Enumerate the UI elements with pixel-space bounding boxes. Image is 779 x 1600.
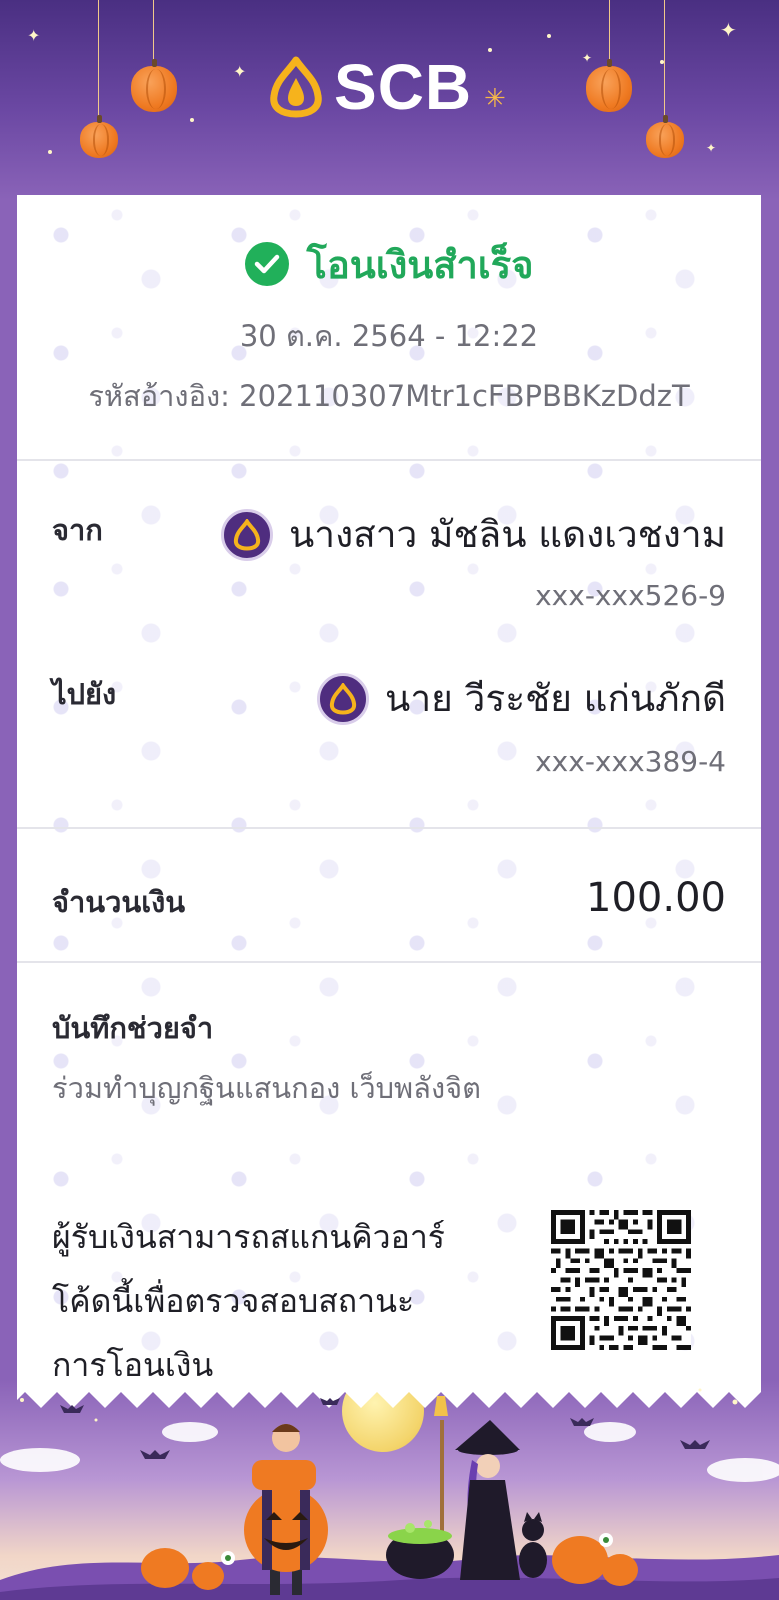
to-account: xxx-xxx389-4	[535, 745, 726, 778]
reference-code: รหัสอ้างอิง: 202110307Mtr1cFBPBBKzDdzT	[88, 379, 690, 413]
from-account: xxx-xxx526-9	[535, 579, 726, 612]
star-dot	[48, 150, 52, 154]
qr-note-line: ผู้รับเงินสามารถสแกนคิวอาร์	[52, 1218, 445, 1256]
pumpkin-icon	[586, 59, 632, 112]
pumpkin-icon	[80, 115, 118, 158]
qr-note-line: โค้ดนี้เพื่อตรวจสอบสถานะ	[52, 1282, 415, 1320]
header-banner: ✦ ✦ ✦ ✦ ✦ SCB ✳	[0, 0, 779, 200]
divider	[17, 827, 761, 829]
brand-name: SCB	[334, 51, 473, 123]
amount-value: 100.00	[586, 875, 726, 921]
transfer-datetime: 30 ต.ค. 2564 - 12:22	[239, 319, 539, 353]
memo-label: บันทึกช่วยจำ	[52, 1011, 214, 1045]
sparkle-icon: ✳	[484, 84, 506, 114]
from-party: นางสาว มัชลิน แดงเวชงาม	[221, 505, 726, 564]
qr-code-icon[interactable]	[551, 1210, 691, 1350]
scb-lotus-icon	[270, 56, 322, 118]
pumpkin-icon	[646, 115, 684, 158]
scb-bank-icon	[221, 508, 274, 561]
transfer-slip-card: โอนเงินสำเร็จ 30 ต.ค. 2564 - 12:22 รหัสอ…	[17, 195, 761, 1410]
status-row: โอนเงินสำเร็จ	[17, 239, 761, 289]
star-dot	[488, 48, 492, 52]
star-icon: ✦	[720, 18, 737, 42]
star-icon: ✦	[233, 62, 247, 81]
scb-logo: SCB	[266, 51, 472, 123]
star-dot	[190, 118, 194, 122]
qr-note: ผู้รับเงินสามารถสแกนคิวอาร์ โค้ดนี้เพื่อ…	[52, 1205, 492, 1397]
star-dot	[547, 34, 551, 38]
divider	[17, 459, 761, 461]
scb-bank-icon	[317, 672, 370, 725]
pumpkin-string	[609, 0, 610, 68]
memo-text: ร่วมทำบุญกฐินแสนกอง เว็บพลังจิต	[52, 1071, 481, 1105]
cloud-icon	[0, 1422, 779, 1482]
divider	[17, 961, 761, 963]
amount-label: จำนวนเงิน	[52, 885, 186, 919]
from-name: นางสาว มัชลิน แดงเวชงาม	[289, 513, 726, 556]
to-name: นาย วีระชัย แก่นภักดี	[385, 677, 726, 720]
halloween-scene	[0, 1388, 779, 1600]
check-circle-icon	[244, 242, 289, 286]
star-icon	[20, 1388, 738, 1422]
from-label: จาก	[52, 513, 103, 547]
pumpkin-string	[153, 0, 154, 68]
halloween-footer	[0, 1380, 779, 1600]
pumpkin-icon	[131, 59, 177, 112]
star-icon: ✦	[582, 51, 593, 65]
cat-icon	[519, 1512, 547, 1578]
star-icon: ✦	[27, 26, 41, 45]
to-party: นาย วีระชัย แก่นภักดี	[317, 669, 726, 728]
to-label: ไปยัง	[52, 677, 117, 711]
star-icon: ✦	[706, 141, 717, 155]
status-text: โอนเงินสำเร็จ	[306, 242, 534, 287]
pumpkin-string	[98, 0, 99, 124]
pumpkin-string	[664, 0, 665, 124]
